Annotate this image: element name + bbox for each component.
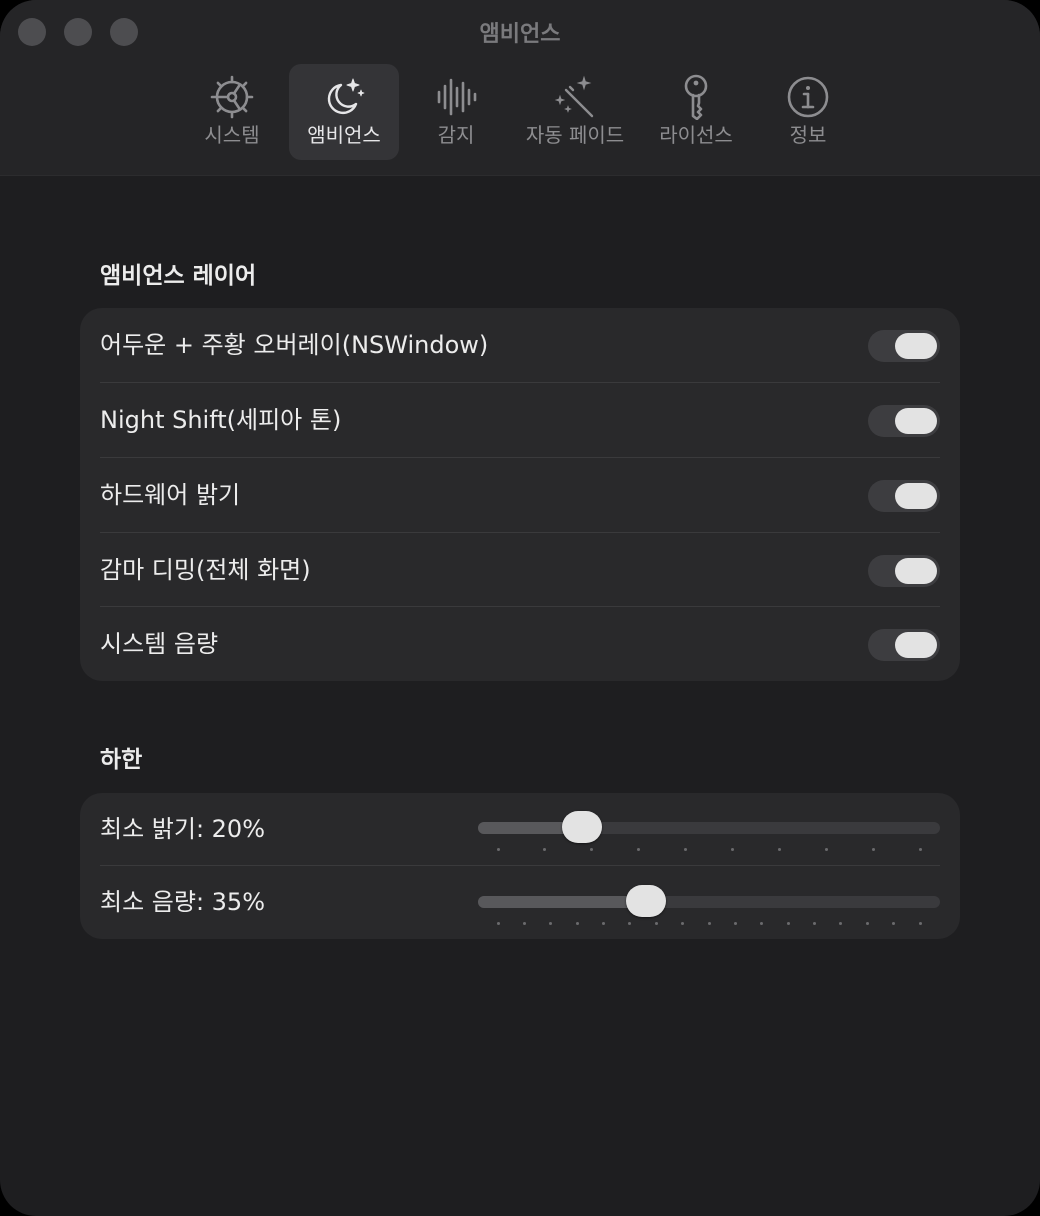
gear-icon xyxy=(176,74,288,120)
window-title: 앰비언스 xyxy=(479,22,561,47)
info-icon xyxy=(752,74,864,120)
system-volume-toggle[interactable] xyxy=(868,629,940,661)
slider-tick xyxy=(760,922,764,925)
tab-about-label: 정보 xyxy=(789,123,827,147)
min-brightness-label: 최소 밝기: 20% xyxy=(100,815,266,843)
slider-tick xyxy=(681,922,685,925)
layer-row-overlay: 어두운 + 주황 오버레이(NSWindow) xyxy=(100,308,940,383)
slider-thumb[interactable] xyxy=(562,811,603,843)
layer-row-hardware-brightness: 하드웨어 밝기 xyxy=(100,458,940,533)
slider-tick xyxy=(918,922,922,925)
toggle-knob xyxy=(895,333,937,359)
slider-ticks xyxy=(496,922,922,926)
waveform-icon xyxy=(400,74,512,120)
tab-detection[interactable]: 감지 xyxy=(400,64,512,160)
slider-tick xyxy=(590,848,594,851)
min-volume-label: 최소 음량: 35% xyxy=(100,888,266,916)
slider-ticks xyxy=(496,848,922,852)
slider-tick xyxy=(892,922,896,925)
layer-label: 감마 디밍(전체 화면) xyxy=(100,556,311,584)
layer-row-night-shift: Night Shift(세피아 톤) xyxy=(100,383,940,458)
slider-tick xyxy=(813,922,816,925)
gamma-dimming-toggle[interactable] xyxy=(868,555,940,587)
min-volume-slider[interactable] xyxy=(478,884,940,926)
night-shift-toggle[interactable] xyxy=(868,405,940,437)
ambience-layers-heading: 앰비언스 레이어 xyxy=(100,263,257,289)
settings-window: 앰비언스 시스템 앰비언스 감지 자동 페이드 라이선스 정보 앰비언스 레이어… xyxy=(0,0,1040,1216)
overlay-toggle[interactable] xyxy=(868,330,940,362)
limits-card: 최소 밝기: 20% 최소 음량: 35% xyxy=(80,793,960,939)
slider-tick xyxy=(684,848,688,851)
layer-label: Night Shift(세피아 톤) xyxy=(100,406,342,434)
slider-tick xyxy=(786,922,790,925)
min-volume-row: 최소 음량: 35% xyxy=(100,866,940,939)
slider-tick xyxy=(871,848,875,851)
titlebar-toolbar: 앰비언스 시스템 앰비언스 감지 자동 페이드 라이선스 정보 xyxy=(0,0,1040,176)
layer-row-system-volume: 시스템 음량 xyxy=(100,607,940,682)
slider-tick xyxy=(730,848,734,851)
slider-tick xyxy=(549,922,553,925)
moon-stars-icon xyxy=(289,74,399,120)
slider-tick xyxy=(496,848,500,851)
ambience-layers-card: 어두운 + 주황 오버레이(NSWindow) Night Shift(세피아 … xyxy=(80,308,960,681)
layer-label: 시스템 음량 xyxy=(100,630,219,658)
slider-tick xyxy=(602,922,605,925)
tab-about[interactable]: 정보 xyxy=(752,64,864,160)
slider-tick xyxy=(654,922,658,925)
layer-row-gamma-dimming: 감마 디밍(전체 화면) xyxy=(100,533,940,608)
slider-tick xyxy=(628,922,632,925)
slider-fill xyxy=(478,896,646,908)
slider-thumb[interactable] xyxy=(625,885,666,917)
toggle-knob xyxy=(895,558,937,584)
slider-tick xyxy=(918,848,922,851)
toggle-knob xyxy=(895,483,937,509)
tab-auto-fade[interactable]: 자동 페이드 xyxy=(519,64,631,160)
slider-tick xyxy=(522,922,526,925)
layer-label: 어두운 + 주황 오버레이(NSWindow) xyxy=(100,331,489,359)
slider-tick xyxy=(543,848,547,851)
slider-tick xyxy=(637,848,641,851)
key-icon xyxy=(640,74,752,120)
hardware-brightness-toggle[interactable] xyxy=(868,480,940,512)
slider-tick xyxy=(824,848,828,851)
toggle-knob xyxy=(895,632,937,658)
slider-tick xyxy=(865,922,869,925)
toggle-knob xyxy=(895,408,937,434)
slider-tick xyxy=(575,922,579,925)
magic-wand-icon xyxy=(519,74,631,120)
layer-label: 하드웨어 밝기 xyxy=(100,481,241,509)
min-brightness-row: 최소 밝기: 20% xyxy=(100,793,940,866)
slider-tick xyxy=(777,848,781,851)
slider-tick xyxy=(839,922,843,925)
slider-tick xyxy=(733,922,737,925)
limits-heading: 하한 xyxy=(100,747,143,773)
min-brightness-slider[interactable] xyxy=(478,810,940,852)
slider-tick xyxy=(496,922,500,925)
slider-tick xyxy=(707,922,711,925)
